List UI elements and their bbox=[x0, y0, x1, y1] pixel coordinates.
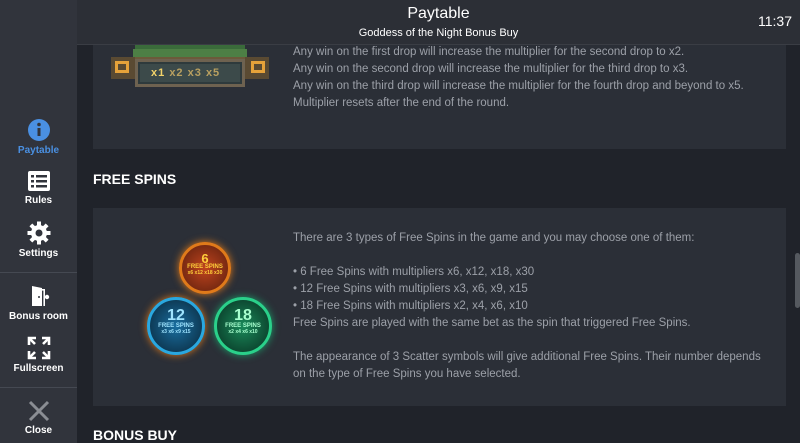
door-icon bbox=[31, 286, 49, 306]
close-button[interactable]: Close bbox=[0, 400, 77, 436]
close-icon bbox=[28, 400, 49, 422]
coin-multipliers: x6 x12 x18 x30 bbox=[187, 270, 223, 276]
rule-line: Multiplier resets after the end of the r… bbox=[293, 97, 510, 109]
page-title: Paytable bbox=[407, 5, 470, 22]
multiplier-label: x1 bbox=[151, 67, 166, 79]
multiplier-label: x3 bbox=[187, 67, 202, 79]
free-spins-coin-6: 6 FREE SPINS x6 x12 x18 x30 bbox=[179, 242, 231, 294]
free-spins-intro: There are 3 types of Free Spins in the g… bbox=[293, 232, 695, 244]
sidebar-item-paytable[interactable]: Paytable bbox=[0, 118, 77, 156]
free-spins-option: • 18 Free Spins with multipliers x2, x4,… bbox=[293, 300, 528, 312]
game-title: Goddess of the Night Bonus Buy bbox=[358, 27, 519, 39]
free-spins-description: There are 3 types of Free Spins in the g… bbox=[293, 230, 773, 383]
sidebar-item-label: Close bbox=[24, 425, 53, 436]
sidebar-item-fullscreen[interactable]: Fullscreen bbox=[0, 336, 77, 374]
free-spins-coin-18: 18 FREE SPINS x2 x4 x6 x10 bbox=[214, 297, 272, 355]
sidebar-item-label: Bonus room bbox=[9, 311, 68, 322]
sidebar-item-label: Fullscreen bbox=[13, 363, 64, 374]
sidebar: Paytable Rules Settings Bonus room Fulls… bbox=[0, 0, 77, 443]
scrollbar-thumb[interactable] bbox=[795, 253, 800, 308]
multiplier-labels: x1 x2 x3 x5 bbox=[151, 67, 261, 79]
sidebar-item-rules[interactable]: Rules bbox=[0, 170, 77, 206]
paytable-content[interactable]: x1 x2 x3 x5 Any win on the first drop wi… bbox=[77, 45, 800, 443]
info-icon bbox=[27, 119, 50, 141]
free-spins-option: • 6 Free Spins with multipliers x6, x12,… bbox=[293, 266, 535, 278]
gear-icon bbox=[27, 221, 50, 245]
free-spins-panel: 6 FREE SPINS x6 x12 x18 x30 12 FREE SPIN… bbox=[93, 208, 786, 406]
free-spins-scatter-note: The appearance of 3 Scatter symbols will… bbox=[293, 351, 761, 380]
list-icon bbox=[27, 171, 50, 191]
clock: 11:37 bbox=[758, 13, 792, 29]
sidebar-item-settings[interactable]: Settings bbox=[0, 221, 77, 259]
fullscreen-icon bbox=[27, 336, 50, 360]
sidebar-item-bonus-room[interactable]: Bonus room bbox=[0, 284, 77, 322]
sidebar-divider bbox=[0, 387, 77, 388]
section-title-bonus-buy: BONUS BUY bbox=[93, 427, 178, 443]
multiplier-description: Any win on the first drop will increase … bbox=[293, 45, 773, 112]
free-spins-option: • 12 Free Spins with multipliers x3, x6,… bbox=[293, 283, 528, 295]
rule-line: Any win on the first drop will increase … bbox=[293, 46, 685, 58]
rule-line: Any win on the third drop will increase … bbox=[293, 80, 744, 92]
free-spins-bet-note: Free Spins are played with the same bet … bbox=[293, 317, 691, 329]
coin-multipliers: x2 x4 x6 x10 bbox=[228, 329, 258, 335]
sidebar-item-label: Rules bbox=[24, 195, 53, 206]
rule-line: Any win on the second drop will increase… bbox=[293, 63, 689, 75]
section-title-free-spins: FREE SPINS bbox=[93, 171, 177, 187]
sidebar-divider bbox=[0, 272, 77, 273]
multiplier-label: x5 bbox=[205, 67, 221, 79]
sidebar-item-label: Settings bbox=[18, 248, 59, 259]
sidebar-item-label: Paytable bbox=[17, 145, 60, 156]
header: Paytable Goddess of the Night Bonus Buy … bbox=[77, 0, 800, 45]
free-spins-coin-12: 12 FREE SPINS x3 x6 x9 x15 bbox=[147, 297, 205, 355]
multiplier-label: x2 bbox=[169, 67, 184, 79]
multiplier-panel: x1 x2 x3 x5 Any win on the first drop wi… bbox=[93, 45, 786, 149]
coin-multipliers: x3 x6 x9 x15 bbox=[161, 329, 191, 335]
